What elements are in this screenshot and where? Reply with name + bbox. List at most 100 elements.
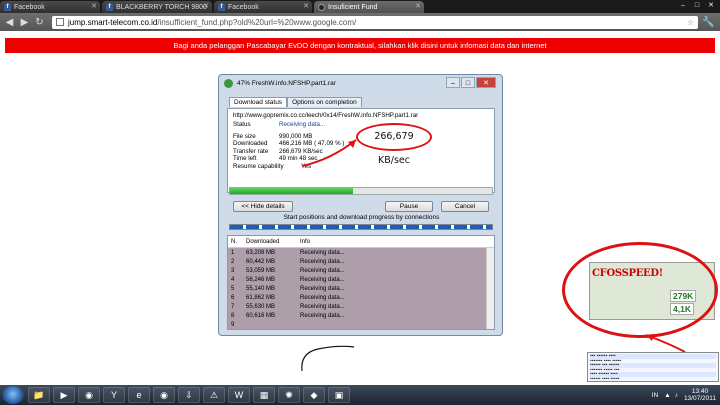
globe-icon bbox=[318, 3, 325, 11]
time-left-label: Time left bbox=[233, 155, 257, 162]
close-tab-icon[interactable]: ✕ bbox=[303, 2, 309, 10]
list-item[interactable]: 6 61,862 MB Receiving data... bbox=[228, 293, 494, 302]
cell-n: 7 bbox=[231, 303, 235, 310]
cell-info: Receiving data... bbox=[300, 249, 345, 256]
minimize-icon[interactable]: – bbox=[676, 1, 690, 10]
address-bar[interactable]: jump.smart-telecom.co.id /insufficient_f… bbox=[52, 15, 698, 29]
close-window-icon[interactable]: ✕ bbox=[704, 1, 718, 10]
cell-n: 9 bbox=[231, 321, 235, 328]
cell-info: Receiving data... bbox=[300, 267, 345, 274]
network-icon[interactable]: ◆ bbox=[303, 387, 325, 403]
yahoo-messenger-icon[interactable]: Y bbox=[103, 387, 125, 403]
column-info[interactable]: Info bbox=[300, 239, 420, 245]
tab-options-on-completion[interactable]: Options on completion bbox=[287, 97, 362, 107]
download-progress-fill bbox=[230, 188, 354, 194]
system-tray: IN ▲ ♪ 13:40 13/07/2011 bbox=[652, 385, 716, 405]
pause-button[interactable]: Pause bbox=[385, 201, 433, 212]
firefox-icon[interactable]: ✺ bbox=[278, 387, 300, 403]
list-header: N. Downloaded Info bbox=[228, 236, 494, 248]
red-arrow-icon bbox=[301, 139, 357, 167]
list-item[interactable]: 4 56,246 MB Receiving data... bbox=[228, 275, 494, 284]
list-item[interactable]: 9 bbox=[228, 320, 494, 329]
list-item[interactable]: 2 60,442 MB Receiving data... bbox=[228, 257, 494, 266]
close-tab-icon[interactable]: ✕ bbox=[203, 2, 209, 10]
clock-time: 13:40 bbox=[691, 388, 709, 395]
download-window-controls: – □ ✕ bbox=[445, 77, 496, 88]
cell-info: Receiving data... bbox=[300, 312, 345, 319]
tab-title: Insuficient Fund bbox=[328, 3, 378, 11]
connection-progress-bar bbox=[229, 224, 493, 230]
download-manager-icon bbox=[224, 79, 233, 88]
start-button[interactable] bbox=[2, 386, 24, 404]
tab-download-status[interactable]: Download status bbox=[229, 97, 288, 107]
cell-downloaded: 55,630 MB bbox=[246, 303, 276, 310]
minimize-icon[interactable]: – bbox=[446, 77, 460, 88]
cell-n: 6 bbox=[231, 294, 235, 301]
cell-info: Receiving data... bbox=[300, 258, 345, 265]
download-window: 47% FreshW.info.NFSHP.part1.rar – □ ✕ Do… bbox=[218, 74, 503, 336]
maximize-icon[interactable]: □ bbox=[461, 77, 475, 88]
hide-details-button[interactable]: << Hide details bbox=[233, 201, 293, 212]
list-item[interactable]: 5 55,140 MB Receiving data... bbox=[228, 284, 494, 293]
forward-icon[interactable]: ▶ bbox=[18, 16, 31, 29]
column-n[interactable]: N. bbox=[231, 239, 246, 245]
wrench-icon[interactable]: 🔧 bbox=[702, 16, 715, 29]
list-item[interactable]: 8 60,616 MB Receiving data... bbox=[228, 311, 494, 320]
cell-info: Receiving data... bbox=[300, 285, 345, 292]
clock[interactable]: 13:40 13/07/2011 bbox=[684, 388, 716, 402]
cell-downloaded: 63,208 MB bbox=[246, 249, 276, 256]
file-size-label: File size bbox=[233, 132, 256, 140]
connections-label: Start positions and download progress by… bbox=[283, 214, 440, 221]
status-value: Receiving data... bbox=[279, 121, 326, 128]
word-icon[interactable]: W bbox=[228, 387, 250, 403]
cell-downloaded: 60,616 MB bbox=[246, 312, 276, 319]
browser-tab-active[interactable]: Insuficient Fund ✕ bbox=[314, 1, 424, 13]
maximize-icon[interactable]: □ bbox=[690, 1, 704, 10]
app-icon[interactable]: ▣ bbox=[328, 387, 350, 403]
tray-arrow-icon[interactable]: ▲ bbox=[664, 392, 670, 399]
cell-info: Receiving data... bbox=[300, 303, 345, 310]
promo-banner[interactable]: Bagi anda pelanggan Pascabayar EvDO deng… bbox=[5, 38, 715, 53]
language-indicator[interactable]: IN bbox=[652, 392, 659, 399]
list-item[interactable]: 1 63,208 MB Receiving data... bbox=[228, 248, 494, 257]
cancel-button[interactable]: Cancel bbox=[441, 201, 489, 212]
connections-list: N. Downloaded Info 1 63,208 MB Receiving d… bbox=[227, 235, 495, 330]
browser-tab[interactable]: f Facebook ✕ bbox=[214, 1, 312, 13]
browser-tab[interactable]: f Facebook ✕ bbox=[0, 1, 100, 13]
download-progress-bar bbox=[229, 187, 493, 195]
app-icon[interactable]: ▦ bbox=[253, 387, 275, 403]
cell-downloaded: 53,059 MB bbox=[246, 267, 276, 274]
cell-downloaded: 55,140 MB bbox=[246, 285, 276, 292]
chrome-icon[interactable]: ◉ bbox=[153, 387, 175, 403]
browser-tab[interactable]: f BLACKBERRY TORCH 9800 ✕ bbox=[102, 1, 212, 13]
close-tab-icon[interactable]: ✕ bbox=[91, 2, 97, 10]
speaker-icon[interactable]: ♪ bbox=[675, 392, 678, 399]
scribble-icon bbox=[301, 345, 355, 372]
window-title-text: 47% FreshW.info.NFSHP.part1.rar bbox=[237, 80, 336, 87]
column-downloaded[interactable]: Downloaded bbox=[246, 239, 300, 245]
download-tabs: Download status Options on completion bbox=[229, 97, 362, 107]
url-path: /insufficient_fund.php?old%20url=%20www.… bbox=[157, 17, 357, 27]
star-icon[interactable]: ☆ bbox=[687, 18, 694, 27]
cell-n: 5 bbox=[231, 285, 235, 292]
media-player-icon[interactable]: ▶ bbox=[53, 387, 75, 403]
list-item[interactable]: 3 53,059 MB Receiving data... bbox=[228, 266, 494, 275]
tab-title: Facebook bbox=[14, 3, 45, 11]
facebook-icon: f bbox=[218, 3, 225, 11]
close-tab-icon[interactable]: ✕ bbox=[415, 2, 421, 10]
list-item[interactable]: 7 55,630 MB Receiving data... bbox=[228, 302, 494, 311]
speed-callout: 266,679 KB/sec bbox=[356, 123, 432, 166]
reload-icon[interactable]: ↻ bbox=[33, 16, 46, 29]
warning-icon[interactable]: ⚠ bbox=[203, 387, 225, 403]
status-label: Status bbox=[233, 121, 251, 128]
chrome-icon[interactable]: ◉ bbox=[78, 387, 100, 403]
download-manager-icon[interactable]: ⇩ bbox=[178, 387, 200, 403]
close-icon[interactable]: ✕ bbox=[476, 77, 496, 88]
folder-icon[interactable]: 📁 bbox=[28, 387, 50, 403]
upload-rate: 279K bbox=[670, 290, 697, 302]
back-icon[interactable]: ◀ bbox=[3, 16, 16, 29]
tab-title: Facebook bbox=[228, 3, 259, 11]
transfer-rate-label: Transfer rate bbox=[233, 147, 269, 155]
internet-explorer-icon[interactable]: e bbox=[128, 387, 150, 403]
list-scrollbar[interactable] bbox=[486, 248, 494, 329]
